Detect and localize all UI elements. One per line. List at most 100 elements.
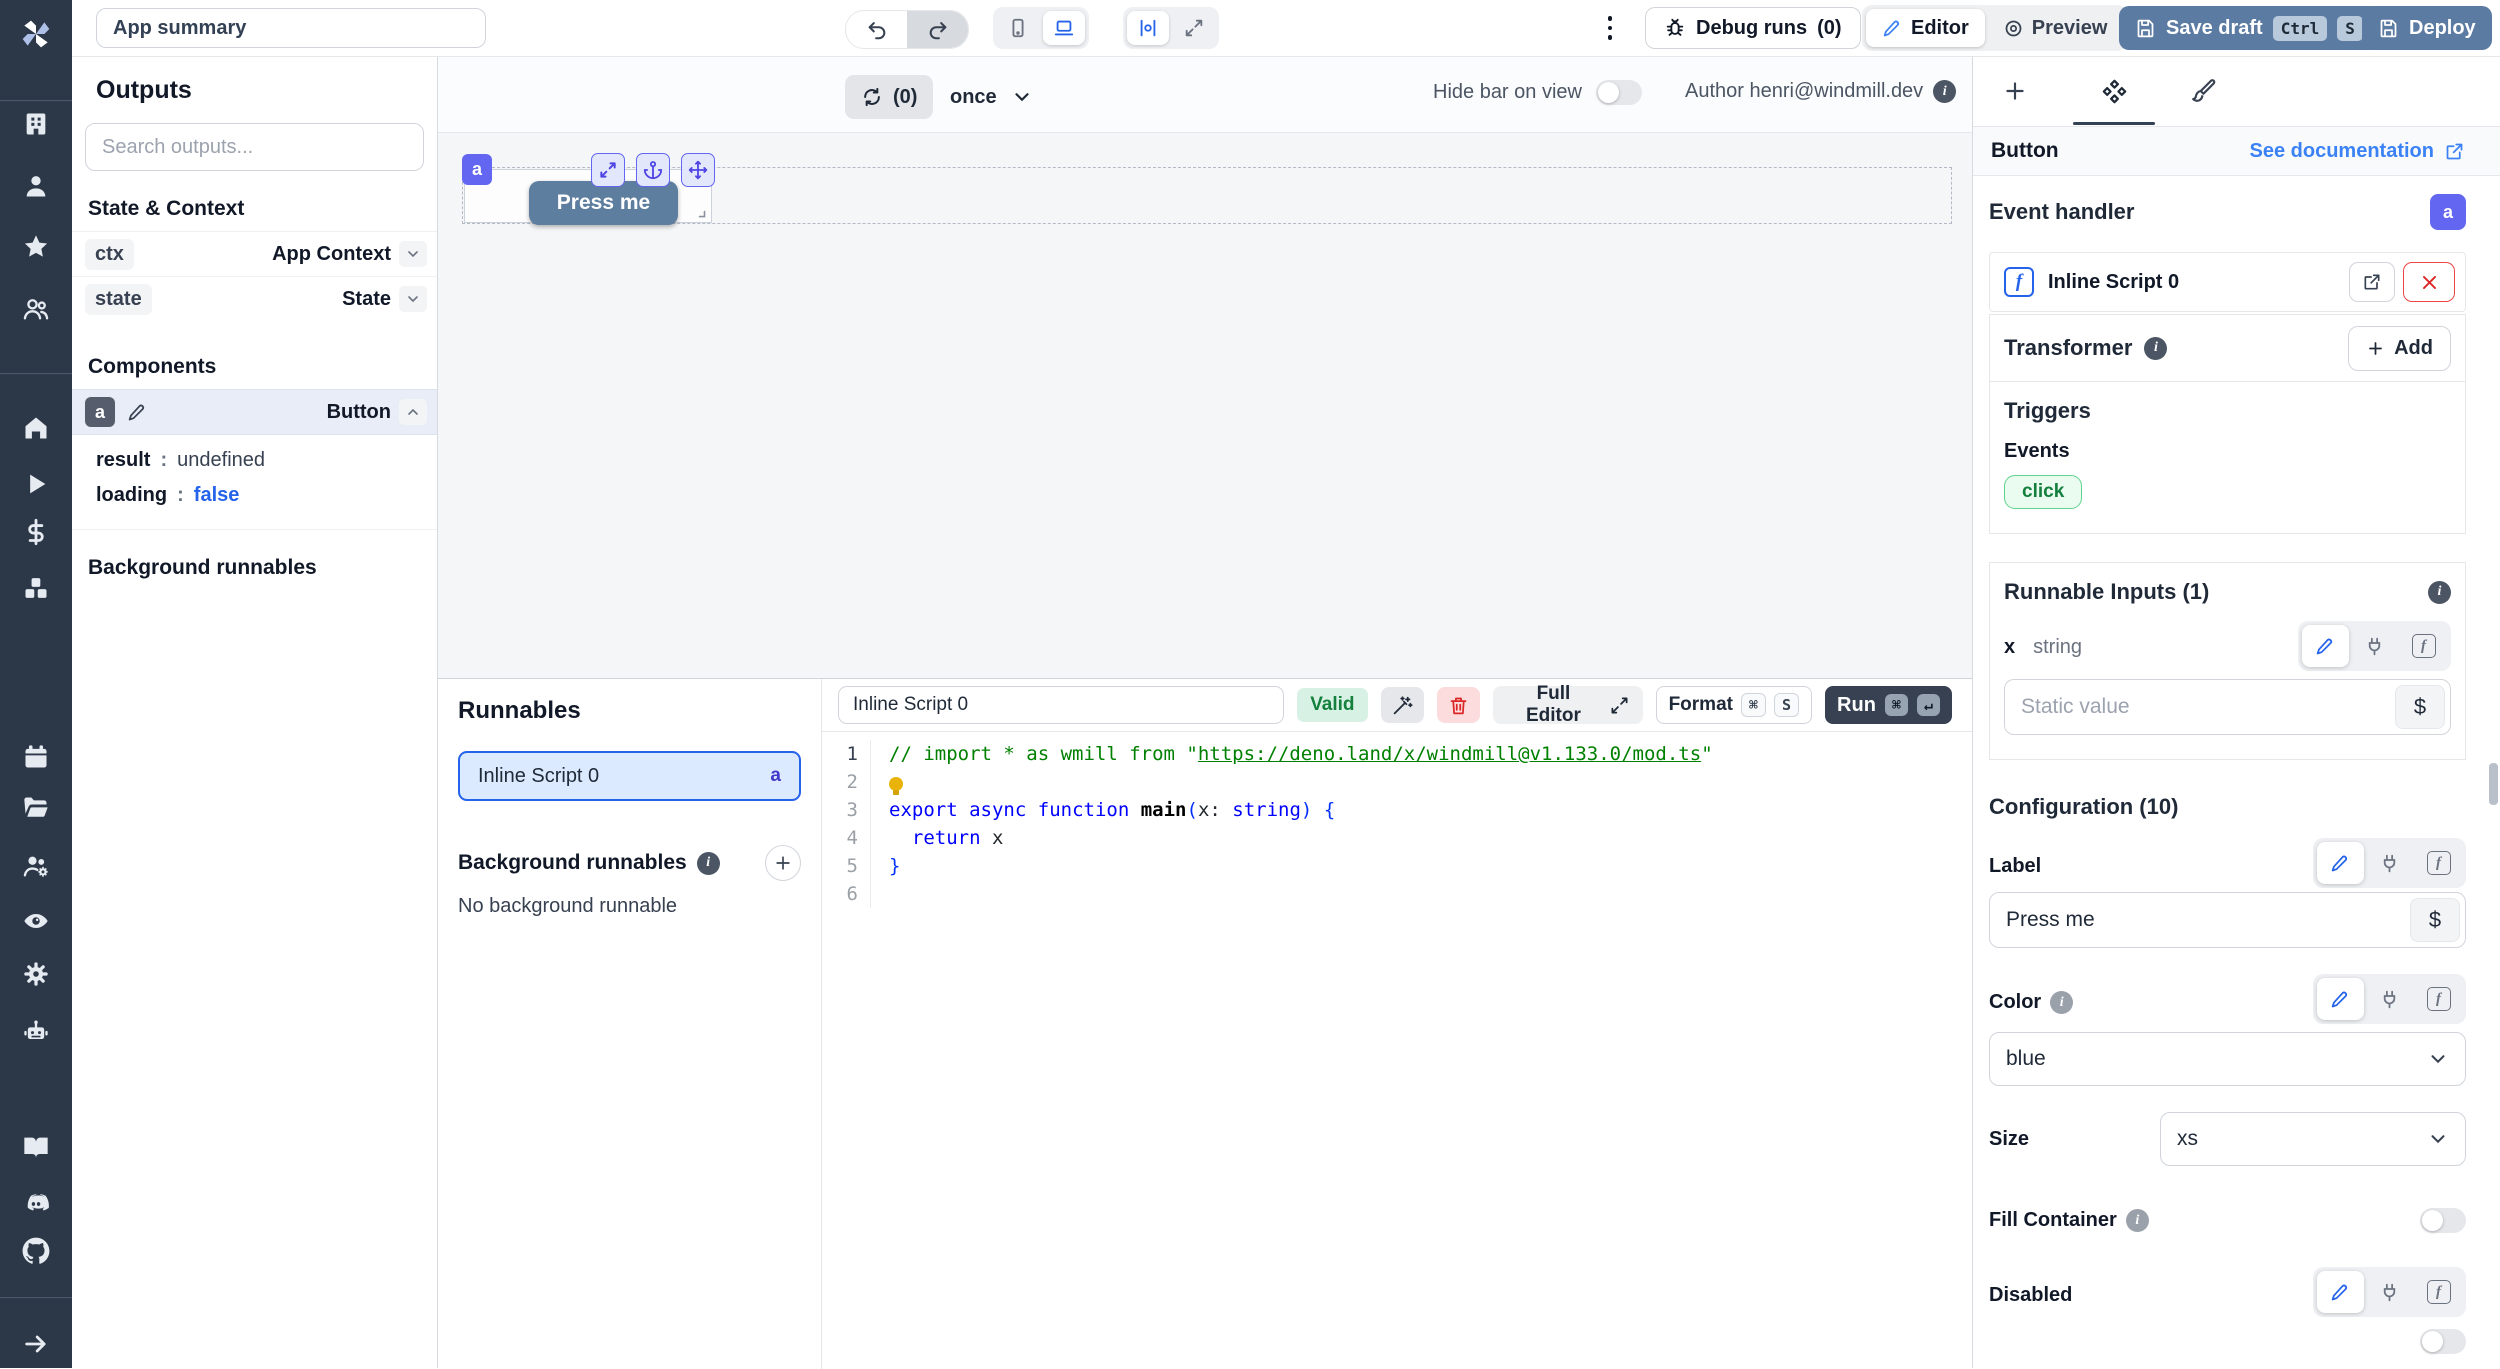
run-button[interactable]: Run ⌘ ↵ [1825,686,1952,724]
size-select[interactable]: xs [2160,1112,2466,1166]
ai-assist-button[interactable] [1381,687,1424,723]
connect-mode-button[interactable] [2351,625,2398,667]
add-background-runnable-button[interactable] [765,845,801,881]
chevron-down-icon[interactable] [399,241,427,267]
sidebar-item-user[interactable] [20,170,52,202]
tab-component-settings[interactable] [2097,74,2131,108]
label-value-input[interactable] [1989,892,2466,948]
code-area[interactable]: 1// import * as wmill from "https://deno… [822,731,1972,908]
eval-mode-button[interactable]: f [2415,1271,2462,1313]
undo-button[interactable] [846,11,907,48]
resize-handle[interactable] [692,204,707,219]
connect-mode-button[interactable] [2366,1271,2413,1313]
press-me-button[interactable]: Press me [529,181,678,225]
sidebar-item-schedules[interactable] [20,741,52,773]
hide-bar-toggle[interactable] [1596,80,1642,105]
static-mode-button[interactable] [2302,625,2349,667]
runnable-inputs-heading: Runnable Inputs (1) [2004,579,2209,605]
format-button[interactable]: Format ⌘ S [1656,686,1812,724]
sidebar-item-favorites[interactable] [20,231,52,263]
mobile-view-button[interactable] [997,11,1039,45]
delete-script-button[interactable] [1437,687,1480,723]
tab-styling[interactable] [2187,74,2221,108]
expand-component-button[interactable] [591,153,625,187]
debug-runs-button[interactable]: Debug runs (0) [1645,7,1861,49]
chevron-down-icon[interactable] [399,286,427,312]
tab-preview[interactable]: Preview [1987,9,2124,47]
input-mode-toggle: f [2298,621,2451,671]
sidebar-item-workers[interactable] [20,850,52,882]
remove-script-button[interactable] [2403,262,2455,302]
info-icon[interactable]: i [2126,1209,2149,1232]
output-row-state[interactable]: state State [72,276,437,321]
rail-divider [0,100,72,102]
collapse-sidebar-button[interactable] [20,1328,52,1360]
info-icon[interactable]: i [1933,80,1956,103]
sidebar-item-ai[interactable] [20,1016,52,1048]
tab-editor[interactable]: Editor [1866,9,1985,47]
full-editor-button[interactable]: Full Editor [1493,686,1642,724]
sidebar-item-folders[interactable] [20,792,52,824]
function-box-icon: f [2412,634,2436,658]
script-name-input[interactable] [838,686,1284,724]
eval-mode-button[interactable]: f [2415,842,2462,884]
run-mode-dropdown[interactable]: once [950,75,1033,119]
more-menu-button[interactable] [1600,12,1620,44]
sidebar-item-github[interactable] [20,1235,52,1267]
sidebar-item-home[interactable] [20,412,52,444]
sidebar-item-audit[interactable] [20,905,52,937]
center-layout-button[interactable] [1127,11,1169,45]
desktop-view-button[interactable] [1043,11,1085,45]
chevron-up-icon[interactable] [399,399,427,425]
anchor-component-button[interactable] [636,153,670,187]
sidebar-item-resources[interactable] [20,572,52,604]
component-row-a[interactable]: a Button [72,389,437,435]
static-mode-button[interactable] [2317,842,2364,884]
info-icon[interactable]: i [697,852,720,875]
runnable-item-inline-script-0[interactable]: Inline Script 0 a [458,751,801,801]
app-summary-input[interactable] [96,8,486,48]
sidebar-item-discord[interactable] [20,1188,52,1220]
output-row-ctx[interactable]: ctx App Context [72,231,437,276]
eval-mode-button[interactable]: f [2415,978,2462,1020]
search-outputs-input[interactable] [85,123,424,171]
template-dollar-button[interactable]: $ [2410,898,2460,942]
open-script-button[interactable] [2349,262,2395,302]
color-select[interactable]: blue [1989,1032,2466,1086]
add-transformer-button[interactable]: Add [2348,326,2451,371]
sidebar-item-settings[interactable] [20,958,52,990]
connect-mode-button[interactable] [2366,978,2413,1020]
sidebar-item-workspace[interactable] [20,108,52,140]
template-dollar-button[interactable]: $ [2395,685,2445,729]
disabled-toggle[interactable] [2420,1329,2466,1354]
move-component-button[interactable] [681,153,715,187]
sidebar-item-docs[interactable] [20,1131,52,1163]
static-mode-button[interactable] [2317,1271,2364,1313]
eval-mode-button[interactable]: f [2400,625,2447,667]
static-value-input[interactable] [2004,679,2451,735]
info-icon[interactable]: i [2050,991,2073,1014]
panel-scrollbar-thumb[interactable] [2489,763,2498,805]
edit-pencil-icon[interactable] [127,402,148,423]
sidebar-item-runs[interactable] [20,468,52,500]
event-handler-item[interactable]: f Inline Script 0 [1989,252,2466,312]
info-icon[interactable]: i [2144,337,2167,360]
magic-wand-icon [1392,695,1413,716]
static-mode-button[interactable] [2317,978,2364,1020]
info-icon[interactable]: i [2428,581,2451,604]
fill-container-toggle[interactable] [2420,1208,2466,1233]
refresh-icon [861,86,883,108]
app-canvas[interactable]: a Press me [438,132,1972,678]
sidebar-item-groups[interactable] [20,293,52,325]
deploy-button[interactable]: Deploy [2362,6,2492,50]
redo-button[interactable] [907,11,968,48]
component-type-title: Button [1991,139,2059,163]
fullwidth-layout-button[interactable] [1173,11,1215,45]
sidebar-item-variables[interactable] [20,516,52,548]
tab-insert-component[interactable] [1998,74,2032,108]
connect-mode-button[interactable] [2366,842,2413,884]
save-draft-button[interactable]: Save draft Ctrl S [2119,6,2379,50]
refresh-runnables-button[interactable]: (0) [845,75,933,119]
windmill-logo-icon[interactable] [16,14,56,54]
see-documentation-link[interactable]: See documentation [2250,140,2465,163]
